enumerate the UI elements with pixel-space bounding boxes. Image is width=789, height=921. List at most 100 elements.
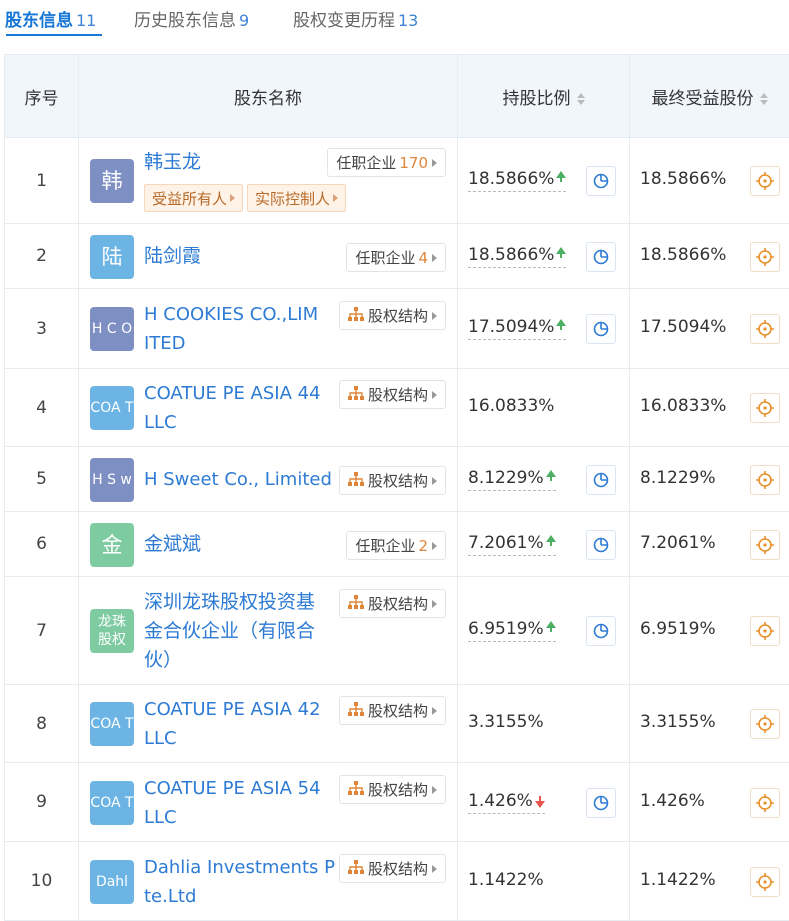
beneficial-owner-badge[interactable]: 受益所有人 [144,184,244,212]
trend-up-icon [556,171,567,182]
name-line: 陆剑霞 [144,245,202,267]
shareholding-ratio[interactable]: 1.426% [468,791,545,814]
table-row: 5H S w H Sweet Co., Limited 股权结构 8.1229% 8.1… [4,446,789,512]
tag-label: 股权结构 [367,307,428,325]
trend-up-icon [556,319,567,330]
beneficiary-path-icon[interactable] [750,530,780,560]
equity-structure-button[interactable]: 股权结构 [338,854,446,883]
shareholder-name-link[interactable]: H COOKIES CO.,LIM ITED [144,300,318,358]
shareholder-name-link[interactable]: 陆剑霞 [144,242,201,271]
tab-history-shareholders[interactable]: 历史股东信息 9 [134,6,249,31]
shareholding-ratio[interactable]: 18.5866% [468,169,567,192]
tag-count: 4 [418,248,428,267]
column-header-final[interactable]: 最终受益股份 [629,54,789,138]
pie-chart-icon[interactable] [586,242,616,272]
table-row: 2 陆陆剑霞 任职企业 4 18.5866% 18.5866% [4,223,789,289]
row-index: 8 [4,684,79,763]
shareholding-ratio[interactable]: 8.1229% [468,468,556,491]
beneficiary-path-icon[interactable] [750,166,780,196]
tab-equity-changes[interactable]: 股权变更历程 13 [293,6,418,31]
equity-structure-button[interactable]: 股权结构 [338,301,446,330]
shareholder-name-link[interactable]: Dahlia Investments P te.Ltd [144,853,335,911]
pie-chart-icon[interactable] [586,314,616,344]
avatar: 陆 [90,235,134,279]
shareholder-cell: H C O H COOKIES CO.,LIM ITED 股权结构 [78,288,458,369]
shareholder-name-link[interactable]: COATUE PE ASIA 54 LLC [144,774,321,832]
sort-icon[interactable] [576,92,585,105]
beneficiary-path-icon[interactable] [750,788,780,818]
shareholder-cell: 陆陆剑霞 任职企业 4 [78,223,458,289]
shareholder-cell: Dahl Dahlia Investments P te.Ltd 股权结构 [78,841,458,921]
column-header-ratio[interactable]: 持股比例 [457,54,630,138]
badge-label: 受益所有人 [152,189,228,208]
related-companies-button[interactable]: 任职企业 2 [346,531,446,560]
beneficiary-path-icon[interactable] [750,465,780,495]
shareholder-name-link[interactable]: 金斌斌 [144,530,201,559]
ratio-value: 3.3155% [468,712,544,732]
related-companies-button[interactable]: 任职企业 4 [346,243,446,272]
equity-structure-button[interactable]: 股权结构 [338,380,446,409]
beneficiary-path-icon[interactable] [750,867,780,897]
ratio-value: 16.0833% [468,396,555,416]
tab-count: 9 [239,11,250,30]
tab-count: 13 [398,11,419,30]
caret-right-icon [432,864,437,873]
final-benefit-value: 17.5094% [640,317,727,337]
tag-label: 股权结构 [367,386,428,404]
final-benefit-value: 18.5866% [640,245,727,265]
tab-shareholders[interactable]: 股东信息 11 [5,6,96,31]
table-header-row: 序号 股东名称 持股比例 最终受益股份 [4,54,789,138]
avatar: H C O [90,307,134,351]
row-index: 4 [4,368,79,447]
shareholding-ratio[interactable]: 17.5094% [468,317,567,340]
pie-chart-icon[interactable] [586,465,616,495]
shareholder-name-link[interactable]: COATUE PE ASIA 42 LLC [144,695,321,753]
equity-structure-button[interactable]: 股权结构 [338,466,446,495]
pie-chart-icon[interactable] [586,166,616,196]
beneficiary-path-icon[interactable] [750,242,780,272]
column-header-name: 股东名称 [78,54,458,138]
shareholding-ratio[interactable]: 6.9519% [468,619,556,642]
equity-structure-button[interactable]: 股权结构 [338,775,446,804]
final-benefit-value: 1.1422% [640,870,716,890]
ratio-value: 17.5094% [468,317,555,337]
ratio-cell: 18.5866% [457,137,630,224]
final-benefit-value: 18.5866% [640,169,727,189]
pie-chart-icon[interactable] [586,616,616,646]
name-line: LLC [144,807,177,828]
row-index: 1 [4,137,79,224]
actual-controller-badge[interactable]: 实际控制人 [247,184,347,212]
org-chart-icon [347,385,368,404]
shareholder-name-link[interactable]: COATUE PE ASIA 44 LLC [144,379,321,437]
beneficiary-path-icon[interactable] [750,314,780,344]
ratio-value: 8.1229% [468,468,544,488]
equity-structure-button[interactable]: 股权结构 [338,696,446,725]
beneficiary-path-icon[interactable] [750,616,780,646]
sort-icon[interactable] [759,92,768,105]
shareholding-ratio[interactable]: 7.2061% [468,533,556,556]
name-line: COATUE PE ASIA 44 [144,383,321,404]
beneficiary-path-icon[interactable] [750,709,780,739]
shareholder-name-link[interactable]: H Sweet Co., Limited [144,465,332,494]
beneficiary-path-icon[interactable] [750,393,780,423]
shareholding-ratio[interactable]: 18.5866% [468,245,567,268]
caret-right-icon [432,706,437,715]
caret-right-icon [432,541,437,550]
name-line: 韩玉龙 [144,151,202,173]
name-line: ITED [144,333,186,354]
ratio-cell: 8.1229% [457,446,630,512]
tag-label: 股权结构 [367,472,428,490]
shareholder-name-link[interactable]: 韩玉龙 [144,148,201,177]
ratio-value: 6.9519% [468,619,544,639]
table-row: 10 Dahl Dahlia Investments P te.Ltd 股权结构 1.14… [4,841,789,921]
equity-structure-button[interactable]: 股权结构 [338,589,446,618]
org-chart-icon [347,471,368,490]
final-benefit-cell: 16.0833% [629,368,789,447]
tag-count: 2 [418,536,428,555]
trend-up-icon [545,470,556,481]
pie-chart-icon[interactable] [586,788,616,818]
related-companies-button[interactable]: 任职企业 170 [327,148,446,177]
pie-chart-icon[interactable] [586,530,616,560]
ratio-value: 7.2061% [468,533,544,553]
shareholder-name-link[interactable]: 深圳龙珠股权投资基 金合伙企业（有限合 伙） [144,588,315,675]
